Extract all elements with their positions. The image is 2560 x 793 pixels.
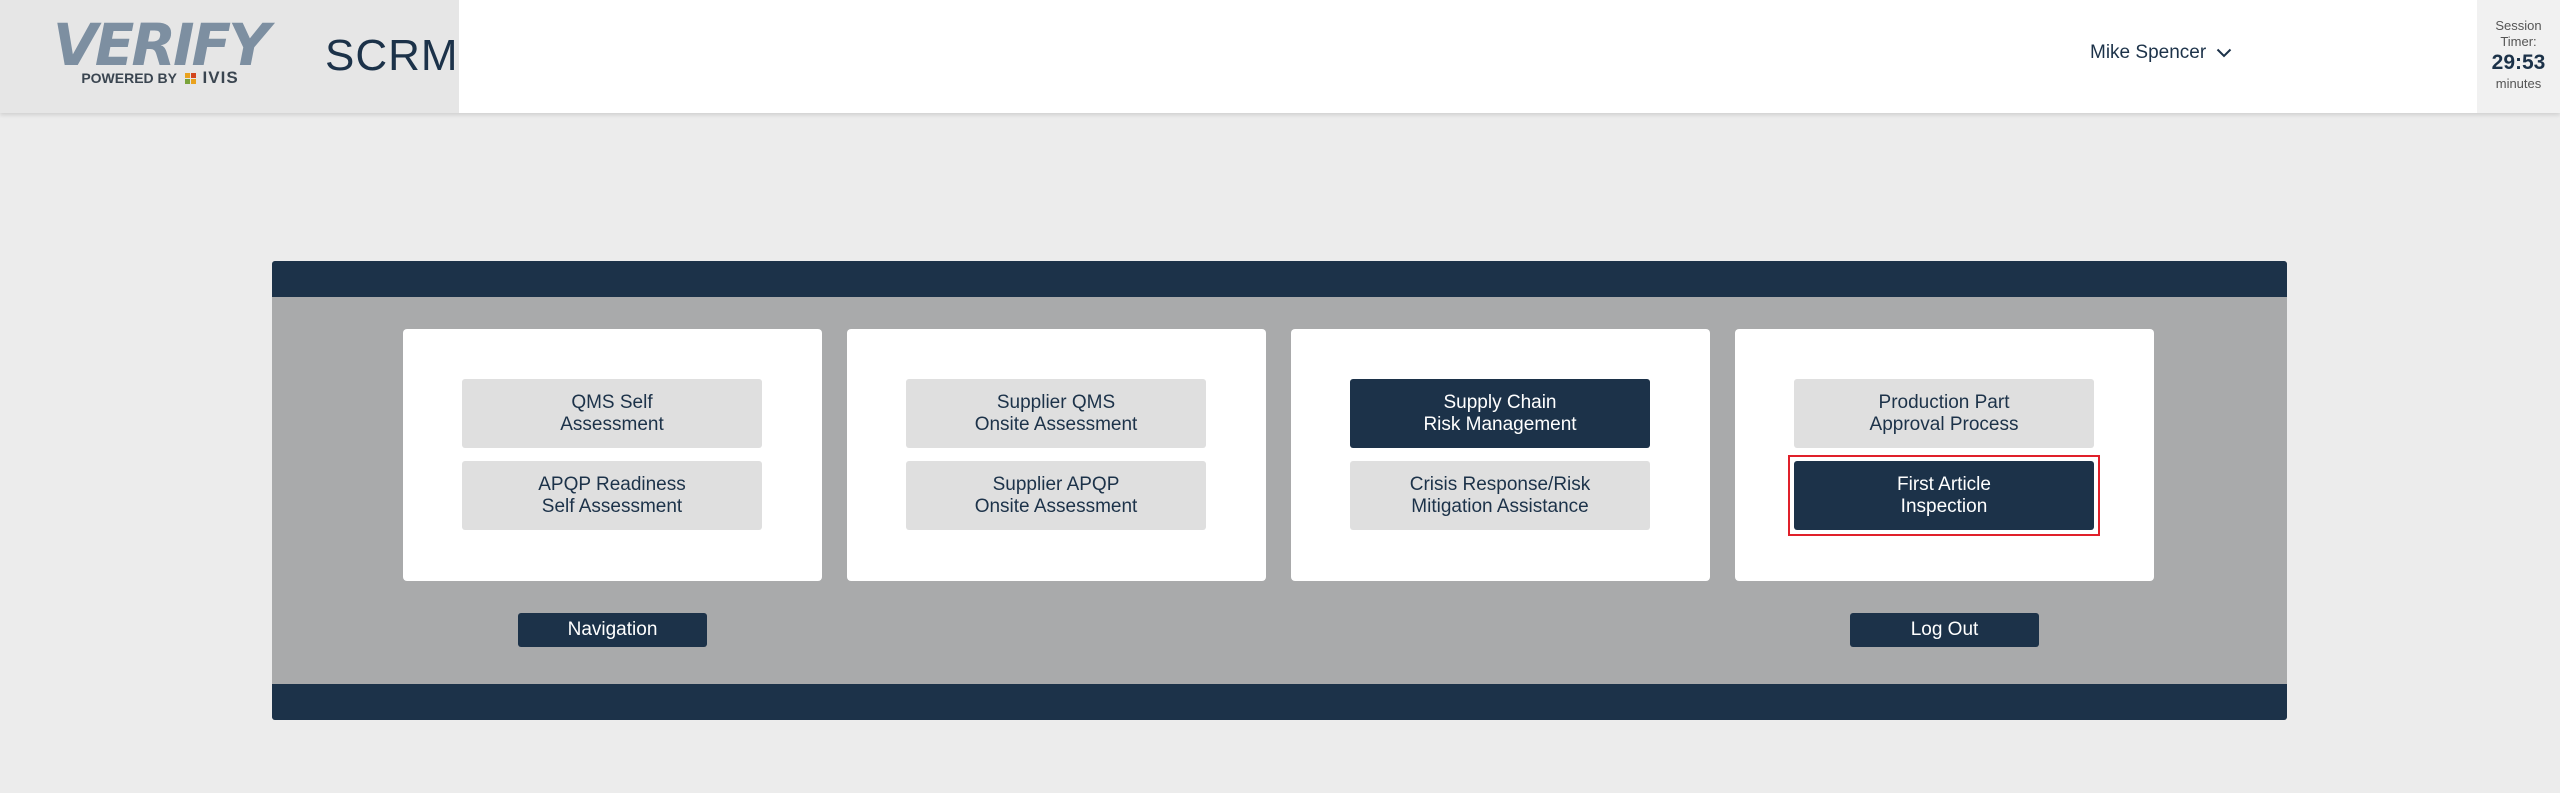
session-timer-label: Timer: xyxy=(2500,34,2537,49)
tile-qms-self-assessment[interactable]: QMS Self Assessment xyxy=(462,379,762,448)
app-title: SCRM xyxy=(325,31,459,80)
tile-ppap[interactable]: Production Part Approval Process xyxy=(1794,379,2094,448)
session-timer: Session Timer: 29:53 minutes xyxy=(2477,0,2560,113)
navigation-button[interactable]: Navigation xyxy=(518,613,707,647)
assessment-card-2: Supplier QMS Onsite Assessment Supplier … xyxy=(847,329,1266,581)
logo-wordmark: VERIFY xyxy=(52,11,270,79)
chevron-down-icon xyxy=(2216,48,2232,58)
tile-apqp-readiness[interactable]: APQP Readiness Self Assessment xyxy=(462,461,762,530)
top-header: VERIFY POWERED BY IVIS SCRM Mike Spencer… xyxy=(0,0,2560,113)
tile-supplier-apqp[interactable]: Supplier APQP Onsite Assessment xyxy=(906,461,1206,530)
logout-button[interactable]: Log Out xyxy=(1850,613,2039,647)
logo-powered-by: POWERED BY IVIS xyxy=(44,68,276,88)
tile-supply-chain-risk[interactable]: Supply Chain Risk Management xyxy=(1350,379,1650,448)
tile-first-article-inspection[interactable]: First Article Inspection xyxy=(1794,461,2094,530)
logo-powered-text: POWERED BY xyxy=(81,70,177,86)
logo-ivis-text: IVIS xyxy=(202,68,239,87)
user-name: Mike Spencer xyxy=(2090,42,2207,63)
assessment-card-1: QMS Self Assessment APQP Readiness Self … xyxy=(403,329,822,581)
assessment-card-3: Supply Chain Risk Management Crisis Resp… xyxy=(1291,329,1710,581)
panel-top-bar xyxy=(272,261,2287,297)
session-unit: minutes xyxy=(2495,76,2542,91)
verify-logo[interactable]: VERIFY POWERED BY IVIS xyxy=(44,11,276,88)
tile-crisis-response[interactable]: Crisis Response/Risk Mitigation Assistan… xyxy=(1350,461,1650,530)
session-time: 29:53 xyxy=(2491,51,2546,74)
assessment-card-4: Production Part Approval Process First A… xyxy=(1735,329,2154,581)
tile-supplier-qms[interactable]: Supplier QMS Onsite Assessment xyxy=(906,379,1206,448)
panel-bottom-bar xyxy=(272,684,2287,720)
user-menu[interactable]: Mike Spencer xyxy=(2090,38,2232,68)
ivis-squares-icon xyxy=(184,73,196,84)
brand-block: VERIFY POWERED BY IVIS SCRM xyxy=(0,0,459,113)
main-panel: QMS Self Assessment APQP Readiness Self … xyxy=(272,261,2287,720)
session-label: Session xyxy=(2495,18,2542,33)
